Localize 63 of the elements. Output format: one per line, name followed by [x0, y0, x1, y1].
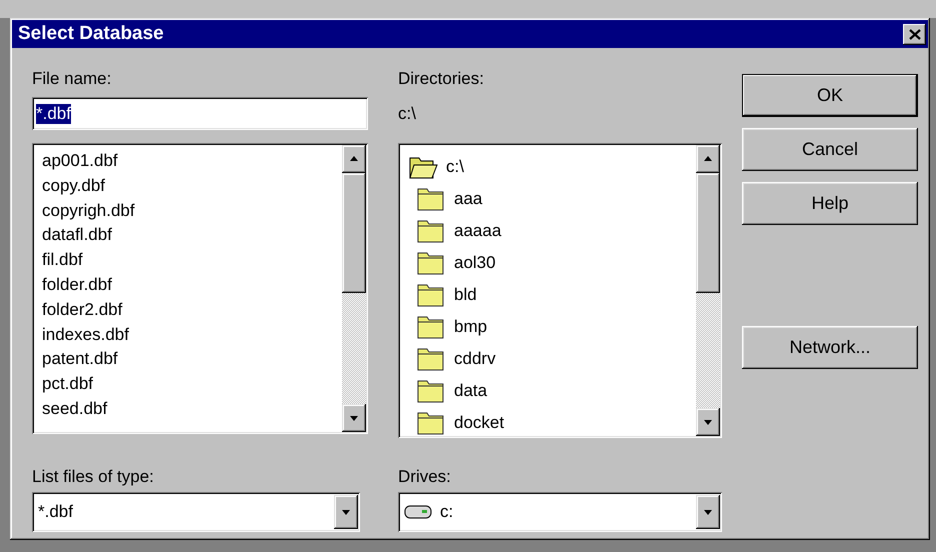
close-icon — [908, 28, 920, 40]
window-title: Select Database — [18, 23, 164, 45]
scroll-down-button[interactable] — [696, 408, 720, 436]
file-item[interactable]: datafl.dbf — [42, 223, 342, 248]
folder-icon — [416, 218, 446, 244]
close-button[interactable] — [903, 24, 926, 44]
dropdown-button[interactable] — [696, 495, 720, 529]
directory-item[interactable]: aaaaa — [408, 215, 696, 247]
directory-item[interactable]: aol30 — [408, 247, 696, 279]
folder-icon — [416, 282, 446, 308]
directory-name: c:\ — [446, 157, 464, 177]
directory-name: bmp — [454, 317, 488, 337]
scroll-thumb[interactable] — [342, 173, 366, 293]
scroll-thumb[interactable] — [696, 173, 720, 293]
network-button[interactable]: Network... — [742, 326, 918, 369]
scroll-up-button[interactable] — [696, 145, 720, 173]
directory-name: cddrv — [454, 349, 496, 369]
file-name-field[interactable]: *.dbf — [32, 97, 368, 130]
file-item[interactable]: ap001.dbf — [42, 149, 342, 174]
file-item[interactable]: copyrigh.dbf — [42, 198, 342, 224]
dialog-button[interactable]: Help — [742, 182, 918, 225]
directory-name: aaa — [454, 189, 482, 209]
directory-name: data — [454, 381, 488, 401]
directory-item[interactable]: bmp — [408, 311, 696, 343]
folder-icon — [416, 410, 446, 436]
file-item[interactable]: fil.dbf — [42, 248, 342, 273]
folder-icon — [416, 186, 446, 212]
file-item[interactable]: indexes.dbf — [42, 322, 342, 348]
directory-name: aol30 — [454, 253, 496, 273]
directory-name: bld — [454, 285, 477, 305]
file-item[interactable]: folder.dbf — [42, 272, 342, 298]
scroll-up-button[interactable] — [342, 145, 366, 173]
file-item[interactable]: seed.dbf — [42, 396, 342, 422]
field-label: Drives: — [398, 466, 452, 488]
scrollbar[interactable] — [696, 145, 720, 436]
scroll-down-button[interactable] — [342, 404, 366, 432]
dialog-button[interactable]: Cancel — [742, 128, 918, 171]
directory-item[interactable]: cddrv — [408, 343, 696, 375]
directory-item[interactable]: aaa — [408, 183, 696, 215]
field-label: File name: — [32, 68, 112, 90]
field-label: List files of type: — [32, 466, 155, 488]
drive-dropdown[interactable]: c: — [398, 492, 722, 532]
directory-item[interactable]: c:\ — [408, 151, 696, 183]
directory-item[interactable]: docket — [408, 407, 696, 436]
file-item[interactable]: folder2.dbf — [42, 298, 342, 323]
dropdown-button[interactable] — [334, 495, 358, 529]
current-path: c:\ — [398, 103, 417, 125]
directory-item[interactable]: data — [408, 375, 696, 407]
folder-icon — [416, 346, 446, 372]
folder-icon — [416, 378, 446, 404]
directory-name: aaaaa — [454, 221, 502, 241]
folder-icon — [416, 314, 446, 340]
scrollbar[interactable] — [342, 145, 366, 432]
folder-icon — [416, 250, 446, 276]
dialog-button[interactable]: OK — [742, 74, 918, 117]
directory-item[interactable]: bld — [408, 279, 696, 311]
drive-icon — [404, 504, 432, 520]
file-item[interactable]: copy.dbf — [42, 174, 342, 199]
file-type-dropdown[interactable]: *.dbf — [32, 492, 360, 532]
directory-name: docket — [454, 413, 504, 433]
file-item[interactable]: patent.dbf — [42, 347, 342, 372]
file-item[interactable]: pct.dbf — [42, 372, 342, 397]
field-label: Directories: — [398, 68, 485, 90]
